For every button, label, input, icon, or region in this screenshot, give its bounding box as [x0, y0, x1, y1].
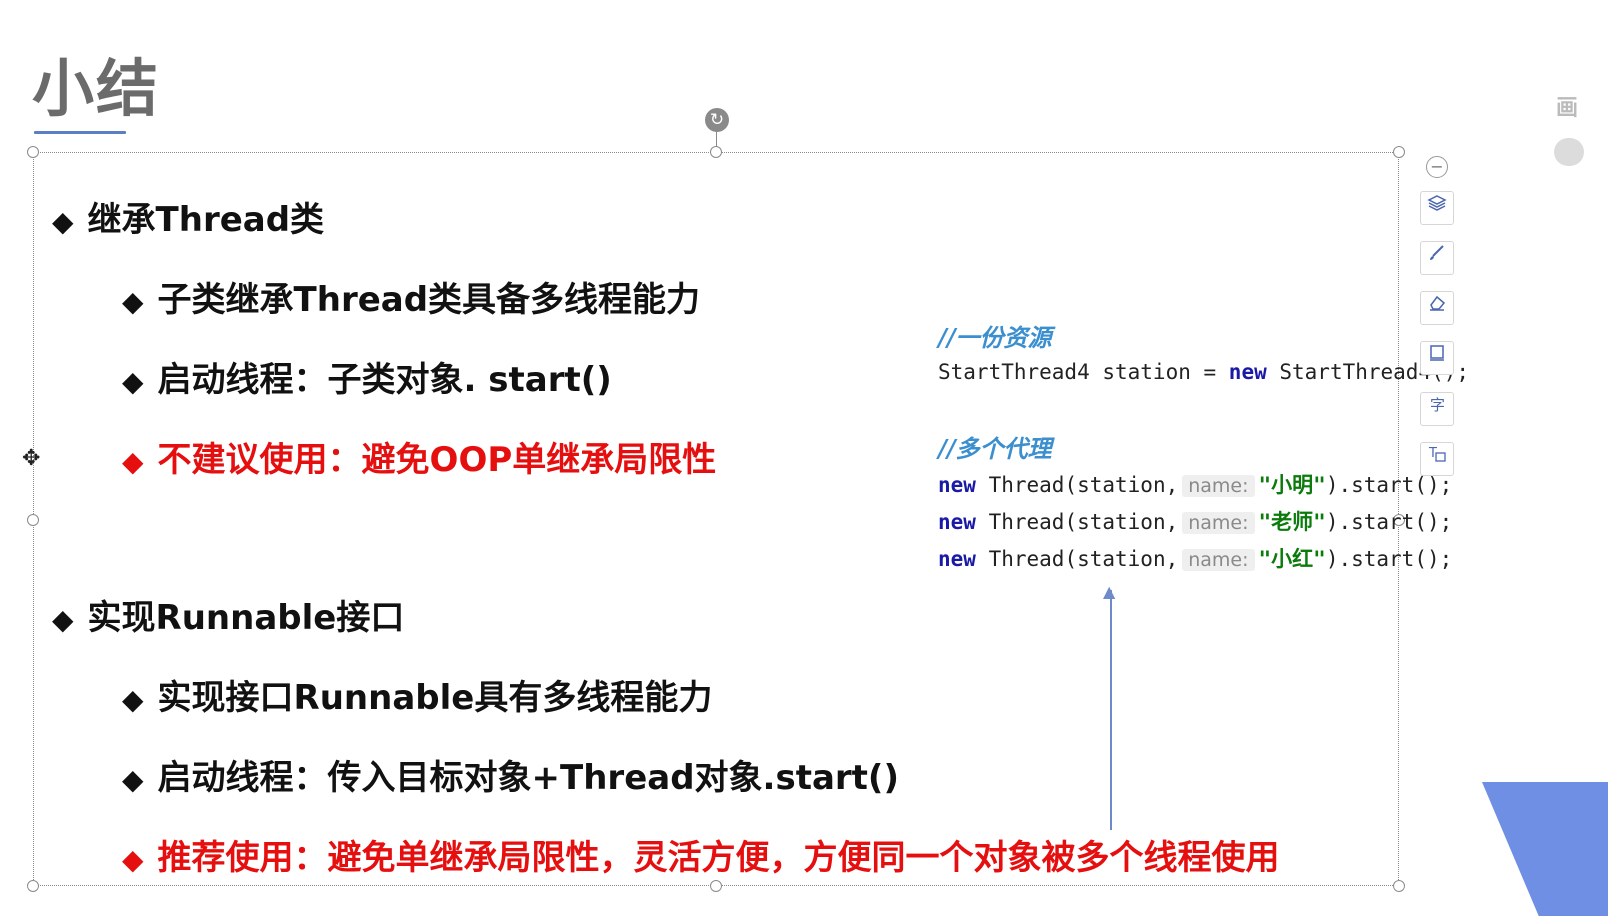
code-line-thread-2: new Thread(station, name: "老师").start(); — [938, 506, 1452, 536]
decorative-triangle — [1482, 782, 1608, 916]
edge-toggle[interactable] — [1554, 138, 1584, 166]
edge-label: 画 — [1556, 96, 1579, 121]
annotation-arrow-line — [1110, 590, 1112, 830]
resize-handle-bottom-right[interactable] — [1393, 880, 1405, 892]
diamond-bullet-icon: ◆ — [122, 365, 144, 398]
code-line-thread-3: new Thread(station, name: "小红").start(); — [938, 543, 1452, 573]
bullet-text: 实现接口Runnable具有多线程能力 — [157, 678, 713, 718]
bullet-text: 实现Runnable接口 — [87, 598, 405, 638]
diamond-bullet-icon: ◆ — [122, 683, 144, 716]
code-text: ).start(); — [1325, 510, 1453, 534]
code-keyword: new — [938, 510, 976, 534]
param-hint: name: — [1182, 512, 1255, 534]
diamond-bullet-icon: ◆ — [52, 603, 74, 636]
code-line-station: StartThread4 station = new StartThread4(… — [938, 360, 1469, 384]
code-keyword: new — [938, 473, 976, 497]
code-text: StartThread4 station = — [938, 360, 1229, 384]
bullet-text: 启动线程：子类对象. start() — [157, 360, 612, 400]
bullet-text: 推荐使用：避免单继承局限性，灵活方便，方便同一个对象被多个线程使用 — [157, 838, 1280, 878]
code-text: ).start(); — [1325, 547, 1453, 571]
code-string: "小明" — [1258, 473, 1326, 497]
bullet-sub-1-3: ◆ 不建议使用：避免OOP单继承局限性 — [122, 432, 716, 481]
code-text: Thread(station, — [975, 547, 1179, 571]
diamond-bullet-icon: ◆ — [122, 285, 144, 318]
bullet-text: 继承Thread类 — [87, 200, 325, 240]
diamond-bullet-icon: ◆ — [122, 445, 144, 478]
code-text: Thread(station, — [975, 510, 1179, 534]
bullet-sub-2-1: ◆ 实现接口Runnable具有多线程能力 — [122, 670, 712, 719]
slide-title: 小结 — [32, 52, 161, 125]
code-text: ).start(); — [1325, 473, 1453, 497]
code-keyword: new — [938, 547, 976, 571]
code-text: Thread(station, — [975, 473, 1179, 497]
code-comment-proxies: //多个代理 — [938, 429, 1052, 464]
bullet-text: 不建议使用：避免OOP单继承局限性 — [157, 440, 717, 480]
bullet-main-1: ◆ 继承Thread类 — [52, 192, 324, 241]
diamond-bullet-icon: ◆ — [52, 205, 74, 238]
collapse-icon[interactable]: − — [1426, 156, 1448, 178]
eraser-icon[interactable] — [1420, 291, 1454, 325]
resize-handle-bottom-left[interactable] — [27, 880, 39, 892]
diamond-bullet-icon: ◆ — [122, 763, 144, 796]
move-cursor-icon: ✥ — [22, 446, 41, 471]
text-style-icon[interactable]: 字 — [1420, 392, 1454, 426]
resize-handle-top-right[interactable] — [1393, 146, 1405, 158]
arrow-up-icon: ▲ — [1103, 582, 1116, 601]
bullet-sub-2-2: ◆ 启动线程：传入目标对象+Thread对象.start() — [122, 750, 899, 799]
param-hint: name: — [1182, 475, 1255, 497]
resize-handle-top-left[interactable] — [27, 146, 39, 158]
code-string: "小红" — [1258, 547, 1326, 571]
code-keyword: new — [1228, 360, 1267, 384]
title-underline — [34, 131, 126, 134]
code-string: "老师" — [1258, 510, 1326, 534]
rotate-handle-icon[interactable]: ↻ — [705, 108, 729, 132]
layers-icon[interactable] — [1420, 191, 1454, 225]
code-line-thread-1: new Thread(station, name: "小明").start(); — [938, 469, 1452, 499]
bullet-sub-2-3: ◆ 推荐使用：避免单继承局限性，灵活方便，方便同一个对象被多个线程使用 — [122, 830, 1280, 879]
param-hint: name: — [1182, 549, 1255, 571]
frame-icon[interactable] — [1420, 341, 1454, 375]
code-comment-resource: //一份资源 — [938, 318, 1052, 353]
bullet-main-2: ◆ 实现Runnable接口 — [52, 590, 404, 639]
code-comment: //一份资源 — [938, 323, 1052, 352]
resize-handle-bottom[interactable] — [710, 880, 722, 892]
bullet-sub-1-1: ◆ 子类继承Thread类具备多线程能力 — [122, 272, 700, 321]
text-box-icon[interactable]: T — [1420, 442, 1454, 476]
code-comment: //多个代理 — [938, 434, 1052, 463]
bullet-text: 子类继承Thread类具备多线程能力 — [157, 280, 701, 320]
resize-handle-left[interactable] — [27, 514, 39, 526]
bullet-sub-1-2: ◆ 启动线程：子类对象. start() — [122, 352, 612, 401]
bullet-text: 启动线程：传入目标对象+Thread对象.start() — [157, 758, 899, 798]
diamond-bullet-icon: ◆ — [122, 843, 144, 876]
brush-icon[interactable] — [1420, 241, 1454, 275]
resize-handle-top[interactable] — [710, 146, 722, 158]
svg-text:字: 字 — [1430, 396, 1445, 414]
